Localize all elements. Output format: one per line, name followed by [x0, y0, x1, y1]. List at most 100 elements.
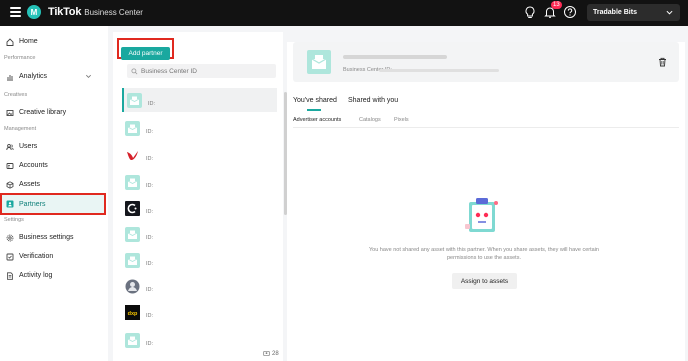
home-icon — [6, 37, 14, 46]
users-icon — [6, 143, 14, 150]
accounts-icon — [6, 162, 14, 169]
partner-avatar — [125, 332, 140, 348]
partner-id-label: ID: — [146, 183, 154, 189]
document-icon — [7, 271, 13, 280]
partner-avatar — [127, 92, 142, 108]
partner-row[interactable]: ID: — [122, 116, 277, 140]
sidebar-item-label: Analytics — [19, 73, 48, 80]
menu-icon[interactable] — [10, 7, 21, 17]
chevron-down-icon — [666, 10, 673, 15]
cube-icon — [6, 180, 14, 189]
search-icon — [131, 67, 138, 74]
section-performance: Performance — [4, 55, 36, 61]
partner-row[interactable]: ID: — [122, 196, 277, 220]
partner-row[interactable]: ID: — [122, 170, 277, 194]
empty-state-message: You have not shared any asset with this … — [368, 247, 599, 261]
sidebar-item-label: Home — [19, 38, 38, 45]
sidebar-item-partners[interactable]: Partners — [0, 193, 106, 215]
product-name: Business Center — [84, 8, 143, 17]
partner-avatar — [125, 279, 140, 294]
analytics-icon — [7, 74, 13, 80]
tiktok-wordmark: TikTok — [48, 6, 82, 18]
assign-to-assets-button[interactable]: Assign to assets — [452, 273, 517, 289]
sidebar-item-home[interactable]: Home — [2, 33, 104, 50]
sidebar-item-accounts[interactable]: Accounts — [2, 157, 104, 174]
partner-id-label: ID: — [146, 287, 154, 293]
empty-state-illustration — [465, 198, 498, 232]
partner-avatar — [125, 226, 140, 242]
partner-detail-panel: Business Center ID: You've shared Shared… — [287, 42, 685, 361]
sidebar-item-label: Accounts — [19, 162, 48, 169]
partner-avatar: dxp — [125, 304, 140, 320]
subtab-advertiser-accounts[interactable]: Advertiser accounts — [293, 117, 341, 123]
partner-search[interactable] — [127, 64, 276, 78]
chevron-down-icon — [86, 74, 91, 78]
partner-header: Business Center ID: — [293, 42, 679, 82]
sidebar-item-activity-log[interactable]: Activity log — [2, 267, 104, 284]
partner-count: 28 — [263, 350, 279, 357]
partner-row[interactable]: ID: — [122, 222, 277, 246]
section-creatives: Creatives — [4, 92, 28, 98]
sidebar: Home Performance Analytics Creatives Cre… — [0, 26, 108, 361]
top-bar: M TikTok Business Center 13 Tradable Bit… — [0, 0, 688, 26]
sidebar-item-label: Activity log — [19, 272, 53, 279]
partner-avatar — [125, 252, 140, 268]
partner-avatar — [125, 174, 140, 190]
account-switcher[interactable]: Tradable Bits — [587, 4, 680, 21]
partner-list-panel: Add partner ID: ID: ID: ID: ID: ID: ID: ID: dxp I… — [113, 32, 287, 361]
verification-icon — [6, 253, 14, 260]
search-input[interactable] — [141, 67, 261, 75]
tab-youve-shared[interactable]: You've shared — [293, 97, 337, 111]
partner-id-label: ID: — [148, 101, 156, 107]
sidebar-item-analytics[interactable]: Analytics — [2, 68, 104, 85]
add-partner-button[interactable]: Add partner — [121, 47, 170, 60]
partner-avatar — [125, 147, 140, 163]
gear-icon — [6, 234, 14, 241]
section-settings: Settings — [4, 217, 24, 223]
sidebar-item-label: Users — [19, 143, 38, 150]
image-icon — [6, 109, 14, 116]
svg-text:dxp: dxp — [128, 310, 138, 316]
sidebar-item-business-settings[interactable]: Business settings — [2, 229, 104, 246]
help-icon[interactable] — [563, 5, 577, 19]
sidebar-item-label: Business settings — [19, 234, 74, 241]
sidebar-item-label: Creative library — [19, 109, 67, 116]
sidebar-item-verification[interactable]: Verification — [2, 248, 104, 265]
subtab-pixels[interactable]: Pixels — [394, 117, 409, 123]
tab-shared-with-you[interactable]: Shared with you — [348, 97, 398, 104]
sidebar-item-label: Partners — [19, 200, 46, 208]
lightbulb-icon[interactable] — [523, 5, 537, 19]
account-name: Tradable Bits — [593, 9, 637, 16]
partners-icon — [6, 200, 14, 208]
partner-row[interactable]: ID: — [122, 143, 277, 167]
sidebar-item-label: Assets — [19, 181, 41, 188]
partner-avatar — [125, 120, 140, 136]
trash-icon[interactable] — [658, 57, 667, 67]
sidebar-item-users[interactable]: Users — [2, 138, 104, 155]
partner-id-label: ID: — [146, 261, 154, 267]
org-avatar[interactable]: M — [27, 5, 41, 19]
partner-row[interactable]: ID: — [122, 88, 277, 112]
partners-count-icon — [263, 350, 270, 357]
brand-logo[interactable]: TikTok Business Center — [48, 6, 143, 18]
sidebar-item-label: Verification — [19, 253, 54, 260]
notification-badge: 13 — [551, 1, 562, 9]
partner-id-label: ID: — [146, 235, 154, 241]
partner-id-label: ID: — [146, 156, 154, 162]
add-partner-highlight: Add partner — [117, 38, 174, 60]
partner-row[interactable]: ID: — [122, 328, 277, 352]
partner-avatar — [125, 200, 140, 216]
sidebar-item-creative-library[interactable]: Creative library — [2, 104, 104, 121]
partner-id-label: ID: — [146, 129, 154, 135]
partner-id-label: ID: — [146, 313, 154, 319]
subtab-catalogs[interactable]: Catalogs — [359, 117, 381, 123]
partner-count-value: 28 — [272, 350, 279, 357]
subtab-divider — [293, 127, 679, 128]
business-center-id-redacted — [379, 69, 499, 72]
partner-id-label: ID: — [146, 341, 154, 347]
partner-row[interactable]: dxp ID: — [122, 300, 277, 324]
partner-id-label: ID: — [146, 209, 154, 215]
sidebar-item-assets[interactable]: Assets — [2, 176, 104, 193]
partner-row[interactable]: ID: — [122, 274, 277, 298]
partner-row[interactable]: ID: — [122, 248, 277, 272]
